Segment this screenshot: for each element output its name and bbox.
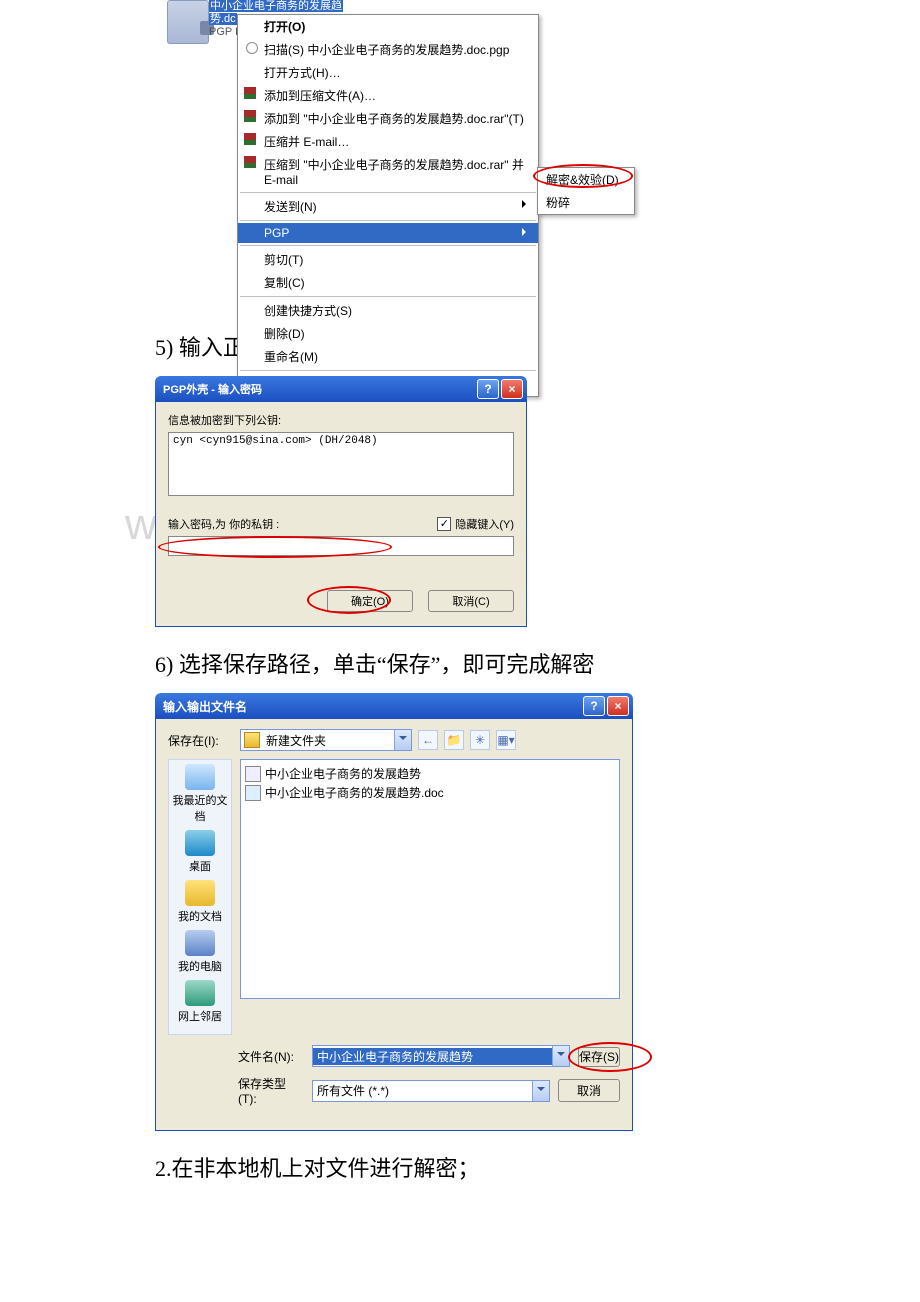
menu-scan[interactable]: 扫描(S) 中小企业电子商务的发展趋势.doc.pgp xyxy=(238,38,538,61)
save-in-label: 保存在(I): xyxy=(168,732,234,749)
file-list[interactable]: 中小企业电子商务的发展趋势 中小企业电子商务的发展趋势.doc xyxy=(240,759,620,999)
key-list: cyn <cyn915@sina.com> (DH/2048) xyxy=(168,432,514,496)
highlight-ring xyxy=(533,164,633,188)
menu-pgp[interactable]: PGP xyxy=(238,223,538,243)
save-dialog: 输入输出文件名 ? × 保存在(I): 新建文件夹 ← 📁 ✳ ▦▾ 我最近的文… xyxy=(155,693,633,1131)
encrypted-to-label: 信息被加密到下列公钥: xyxy=(168,412,514,428)
cancel-button[interactable]: 取消 xyxy=(558,1079,620,1102)
rar-icon xyxy=(244,133,256,145)
pgp-file-icon xyxy=(167,0,209,44)
save-in-combo[interactable]: 新建文件夹 xyxy=(240,729,412,751)
menu-add-to-named[interactable]: 添加到 "中小企业电子商务的发展趋势.doc.rar"(T) xyxy=(238,107,538,130)
filetype-label: 保存类型(T): xyxy=(238,1075,304,1106)
places-bar: 我最近的文档 桌面 我的文档 我的电脑 网上邻居 xyxy=(168,759,232,1035)
context-menu-screenshot: 中小企业电子商务的发展趋 势.dc PGP F 打开(O) 扫描(S) 中小企业… xyxy=(155,0,765,310)
submenu-shred[interactable]: 粉碎 xyxy=(538,191,634,214)
list-item[interactable]: 中小企业电子商务的发展趋势 xyxy=(245,764,615,783)
highlight-ring xyxy=(158,536,392,558)
menu-copy[interactable]: 复制(C) xyxy=(238,271,538,294)
place-recent[interactable]: 我最近的文档 xyxy=(169,764,231,824)
chevron-right-icon xyxy=(522,228,530,236)
menu-rename[interactable]: 重命名(M) xyxy=(238,345,538,368)
up-folder-icon[interactable]: 📁 xyxy=(444,730,464,750)
menu-add-to-archive[interactable]: 添加到压缩文件(A)… xyxy=(238,84,538,107)
menu-open[interactable]: 打开(O) xyxy=(238,15,538,38)
menu-cut[interactable]: 剪切(T) xyxy=(238,248,538,271)
chevron-down-icon xyxy=(394,730,411,750)
pgp-passphrase-dialog: PGP外壳 - 输入密码 ? × 信息被加密到下列公钥: cyn <cyn915… xyxy=(155,376,527,627)
place-mydocs[interactable]: 我的文档 xyxy=(169,880,231,924)
place-mycomputer[interactable]: 我的电脑 xyxy=(169,930,231,974)
close-button[interactable]: × xyxy=(607,696,629,716)
highlight-ring xyxy=(568,1042,652,1072)
context-menu: 打开(O) 扫描(S) 中小企业电子商务的发展趋势.doc.pgp 打开方式(H… xyxy=(237,14,539,397)
menu-open-with[interactable]: 打开方式(H)… xyxy=(238,61,538,84)
menu-zip-to-email[interactable]: 压缩到 "中小企业电子商务的发展趋势.doc.rar" 并 E-mail xyxy=(238,153,538,190)
menu-create-shortcut[interactable]: 创建快捷方式(S) xyxy=(238,299,538,322)
menu-send-to[interactable]: 发送到(N) xyxy=(238,195,538,218)
rar-icon xyxy=(244,110,256,122)
rar-icon xyxy=(244,87,256,99)
enter-passphrase-label: 输入密码,为 你的私钥 : xyxy=(168,516,437,532)
chevron-down-icon xyxy=(552,1046,569,1066)
help-button[interactable]: ? xyxy=(583,696,605,716)
chevron-down-icon xyxy=(532,1081,549,1101)
chevron-right-icon xyxy=(522,200,530,208)
help-button[interactable]: ? xyxy=(477,379,499,399)
save-dialog-title: 输入输出文件名 xyxy=(159,698,581,715)
folder-icon xyxy=(244,732,260,748)
file-icon xyxy=(245,766,261,782)
filetype-combo[interactable]: 所有文件 (*.*) xyxy=(312,1080,550,1102)
step6-caption: 6) 选择保存路径，单击“保存”，即可完成解密 xyxy=(155,647,765,679)
file-icon xyxy=(245,785,261,801)
filename-label: 文件名(N): xyxy=(238,1048,304,1065)
menu-delete[interactable]: 删除(D) xyxy=(238,322,538,345)
place-network[interactable]: 网上邻居 xyxy=(169,980,231,1024)
place-desktop[interactable]: 桌面 xyxy=(169,830,231,874)
new-folder-icon[interactable]: ✳ xyxy=(470,730,490,750)
hide-typing-label: 隐藏键入(Y) xyxy=(455,516,514,532)
dialog-title: PGP外壳 - 输入密码 xyxy=(159,381,475,397)
highlight-ring xyxy=(307,586,391,614)
hide-typing-checkbox[interactable] xyxy=(437,517,451,531)
view-menu-icon[interactable]: ▦▾ xyxy=(496,730,516,750)
filename-input[interactable]: 中小企业电子商务的发展趋势 xyxy=(312,1045,570,1067)
cancel-button[interactable]: 取消(C) xyxy=(428,590,514,612)
menu-zip-email[interactable]: 压缩并 E-mail… xyxy=(238,130,538,153)
step2-caption: 2.在非本地机上对文件进行解密； xyxy=(155,1151,765,1183)
close-button[interactable]: × xyxy=(501,379,523,399)
rar-icon xyxy=(244,156,256,168)
list-item[interactable]: 中小企业电子商务的发展趋势.doc xyxy=(245,783,615,802)
back-icon[interactable]: ← xyxy=(418,730,438,750)
